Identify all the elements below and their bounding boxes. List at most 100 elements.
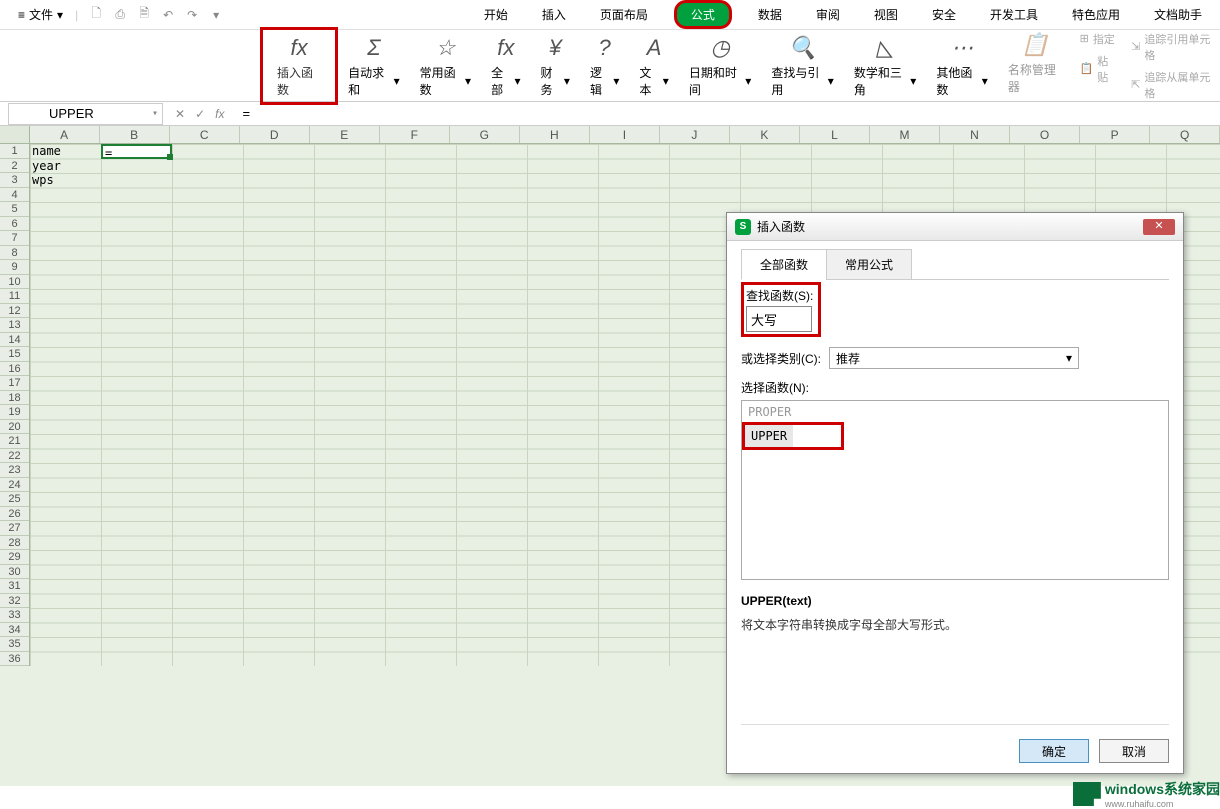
row-header[interactable]: 9	[0, 260, 29, 275]
name-manager-button[interactable]: 📋 名称管理器	[998, 31, 1072, 101]
row-header[interactable]: 4	[0, 188, 29, 203]
col-header[interactable]: K	[730, 126, 800, 143]
insert-function-button[interactable]: fx 插入函数	[260, 27, 338, 105]
col-header[interactable]: M	[870, 126, 940, 143]
category-select[interactable]: 推荐 ▾	[829, 347, 1079, 369]
row-header[interactable]: 20	[0, 420, 29, 435]
col-header[interactable]: D	[240, 126, 310, 143]
paste-button[interactable]: 📋粘贴	[1080, 53, 1116, 85]
col-header[interactable]: H	[520, 126, 590, 143]
row-header[interactable]: 12	[0, 304, 29, 319]
tab-formula[interactable]: 公式	[674, 0, 732, 29]
formula-input[interactable]: =	[236, 106, 1220, 121]
col-header[interactable]: G	[450, 126, 520, 143]
tab-common-formulas[interactable]: 常用公式	[826, 249, 912, 280]
row-header[interactable]: 34	[0, 623, 29, 638]
col-header[interactable]: E	[310, 126, 380, 143]
tab-all-functions[interactable]: 全部函数	[741, 249, 827, 280]
row-header[interactable]: 35	[0, 637, 29, 652]
col-header[interactable]: J	[660, 126, 730, 143]
col-header[interactable]: P	[1080, 126, 1150, 143]
tab-dochelp[interactable]: 文档助手	[1146, 2, 1210, 27]
col-header[interactable]: I	[590, 126, 660, 143]
close-button[interactable]: ✕	[1143, 219, 1175, 235]
fn-item-proper[interactable]: PROPER	[742, 401, 1168, 423]
row-header[interactable]: 28	[0, 536, 29, 551]
preview-icon[interactable]: 🗎	[136, 7, 152, 23]
row-header[interactable]: 6	[0, 217, 29, 232]
col-header[interactable]: O	[1010, 126, 1080, 143]
ok-button[interactable]: 确定	[1019, 739, 1089, 763]
col-header[interactable]: L	[800, 126, 870, 143]
finance-fn-button[interactable]: ¥ 财务▾	[531, 34, 580, 98]
logic-fn-button[interactable]: ? 逻辑▾	[580, 34, 629, 98]
row-header[interactable]: 19	[0, 405, 29, 420]
row-header[interactable]: 24	[0, 478, 29, 493]
row-header[interactable]: 1	[0, 144, 29, 159]
row-header[interactable]: 2	[0, 159, 29, 174]
common-fn-button[interactable]: ☆ 常用函数▾	[410, 34, 481, 98]
cell-A3[interactable]: wps	[30, 173, 101, 188]
row-header[interactable]: 16	[0, 362, 29, 377]
dialog-titlebar[interactable]: S 插入函数 ✕	[727, 213, 1183, 241]
cell-B1-active[interactable]: =	[101, 144, 172, 159]
row-header[interactable]: 18	[0, 391, 29, 406]
row-header[interactable]: 7	[0, 231, 29, 246]
row-header[interactable]: 36	[0, 652, 29, 667]
row-header[interactable]: 33	[0, 608, 29, 623]
col-header[interactable]: B	[100, 126, 170, 143]
dropdown-icon[interactable]: ▾	[208, 7, 224, 23]
select-all-corner[interactable]	[0, 126, 30, 143]
file-menu[interactable]: ≡ 文件 ▾	[10, 6, 71, 23]
row-header[interactable]: 23	[0, 463, 29, 478]
row-header[interactable]: 21	[0, 434, 29, 449]
row-header[interactable]: 11	[0, 289, 29, 304]
row-header[interactable]: 22	[0, 449, 29, 464]
row-header[interactable]: 32	[0, 594, 29, 609]
cell-A1[interactable]: name	[30, 144, 101, 159]
undo-icon[interactable]: ↶	[160, 7, 176, 23]
accept-formula-icon[interactable]: ✓	[195, 107, 205, 121]
row-header[interactable]: 5	[0, 202, 29, 217]
redo-icon[interactable]: ↷	[184, 7, 200, 23]
row-header[interactable]: 13	[0, 318, 29, 333]
row-header[interactable]: 29	[0, 550, 29, 565]
tab-layout[interactable]: 页面布局	[592, 2, 656, 27]
row-header[interactable]: 15	[0, 347, 29, 362]
row-header[interactable]: 10	[0, 275, 29, 290]
col-header[interactable]: N	[940, 126, 1010, 143]
col-header[interactable]: A	[30, 126, 100, 143]
col-header[interactable]: C	[170, 126, 240, 143]
name-box[interactable]: UPPER	[8, 103, 163, 125]
row-header[interactable]: 3	[0, 173, 29, 188]
other-fn-button[interactable]: ⋯ 其他函数▾	[926, 34, 997, 98]
all-fn-button[interactable]: fx 全部▾	[481, 34, 530, 98]
row-header[interactable]: 25	[0, 492, 29, 507]
row-header[interactable]: 8	[0, 246, 29, 261]
tab-special[interactable]: 特色应用	[1064, 2, 1128, 27]
math-fn-button[interactable]: ◺ 数学和三角▾	[844, 34, 927, 98]
function-list[interactable]: PROPER UPPER	[741, 400, 1169, 580]
tab-security[interactable]: 安全	[924, 2, 964, 27]
cancel-button[interactable]: 取消	[1099, 739, 1169, 763]
tab-view[interactable]: 视图	[866, 2, 906, 27]
trace-dep-button[interactable]: ⇱追踪从属单元格	[1131, 69, 1212, 101]
fn-item-upper[interactable]: UPPER	[745, 425, 793, 447]
trace-ref-button[interactable]: ⇲追踪引用单元格	[1131, 31, 1212, 63]
tab-data[interactable]: 数据	[750, 2, 790, 27]
row-header[interactable]: 30	[0, 565, 29, 580]
tab-review[interactable]: 审阅	[808, 2, 848, 27]
row-header[interactable]: 31	[0, 579, 29, 594]
tab-start[interactable]: 开始	[476, 2, 516, 27]
datetime-fn-button[interactable]: ◷ 日期和时间▾	[679, 34, 762, 98]
row-header[interactable]: 17	[0, 376, 29, 391]
fx-small-icon[interactable]: fx	[215, 107, 224, 121]
cell-A2[interactable]: year	[30, 159, 101, 174]
row-header[interactable]: 14	[0, 333, 29, 348]
col-header[interactable]: F	[380, 126, 450, 143]
save-icon[interactable]: 🗋	[88, 7, 104, 23]
text-fn-button[interactable]: A 文本▾	[629, 34, 678, 98]
auto-sum-button[interactable]: Σ 自动求和▾	[338, 34, 409, 98]
col-header[interactable]: Q	[1150, 126, 1220, 143]
assign-button[interactable]: ⊞指定	[1080, 31, 1116, 47]
